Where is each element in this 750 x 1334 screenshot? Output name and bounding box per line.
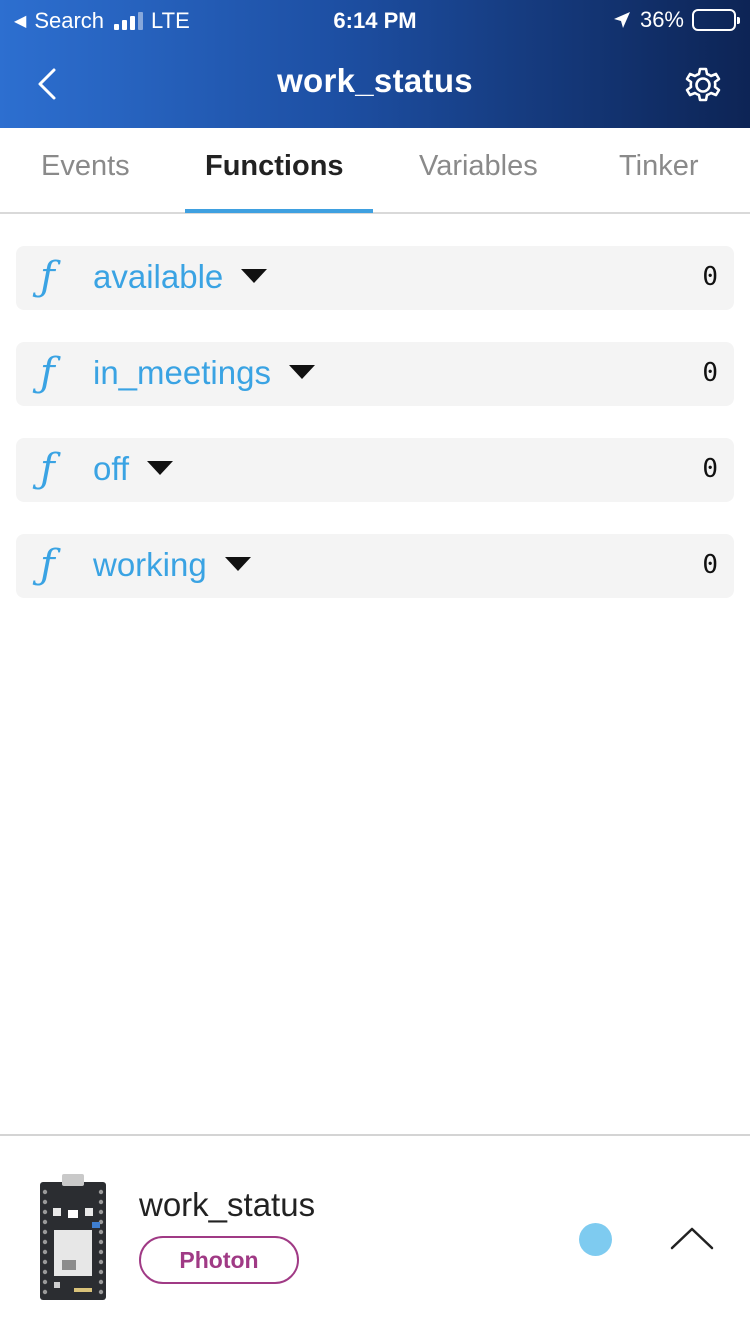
function-icon: ƒ — [40, 542, 55, 588]
tab-events[interactable]: Events — [41, 150, 130, 183]
tab-variables[interactable]: Variables — [419, 150, 538, 183]
device-type-badge: Photon — [139, 1236, 299, 1284]
function-name[interactable]: off — [93, 450, 174, 488]
function-name-label: in_meetings — [93, 354, 271, 391]
function-row-working[interactable]: ƒ working 0 — [16, 534, 734, 598]
dropdown-caret-icon[interactable] — [147, 461, 174, 476]
function-result: 0 — [702, 262, 718, 292]
function-name-label: available — [93, 258, 224, 295]
dropdown-caret-icon[interactable] — [241, 269, 268, 284]
chevron-up-icon[interactable] — [669, 1224, 715, 1252]
device-panel[interactable]: work_status Photon — [0, 1134, 750, 1334]
function-name[interactable]: in_meetings — [93, 354, 315, 392]
function-icon: ƒ — [40, 254, 55, 300]
location-arrow-icon — [613, 12, 630, 28]
page-title: work_status — [277, 62, 473, 99]
tab-functions[interactable]: Functions — [205, 150, 344, 183]
app-header: ◀ Search LTE 6:14 PM 36% work_status — [0, 0, 750, 128]
function-name[interactable]: working — [93, 546, 251, 584]
function-icon: ƒ — [40, 350, 55, 396]
dropdown-caret-icon[interactable] — [224, 557, 251, 572]
battery-percent: 36% — [639, 7, 684, 32]
function-result: 0 — [702, 454, 718, 484]
function-row-off[interactable]: ƒ off 0 — [16, 438, 734, 502]
device-name: work_status — [139, 1186, 316, 1223]
photon-board-image — [40, 1174, 106, 1300]
function-row-in-meetings[interactable]: ƒ in_meetings 0 — [16, 342, 734, 406]
device-status-dot — [579, 1223, 612, 1256]
function-result: 0 — [702, 358, 718, 388]
active-tab-indicator — [185, 209, 373, 213]
function-name[interactable]: available — [93, 258, 268, 296]
function-row-available[interactable]: ƒ available 0 — [16, 246, 734, 310]
status-right: 36% — [612, 7, 740, 33]
function-icon: ƒ — [40, 446, 55, 492]
function-result: 0 — [702, 550, 718, 580]
battery-icon — [692, 9, 740, 31]
gear-icon[interactable] — [680, 62, 726, 108]
dropdown-caret-icon[interactable] — [288, 365, 315, 380]
function-name-label: working — [93, 546, 207, 583]
tab-bar: Events Functions Variables Tinker — [0, 128, 750, 214]
function-name-label: off — [93, 450, 130, 487]
tab-tinker[interactable]: Tinker — [619, 150, 699, 183]
status-bar: ◀ Search LTE 6:14 PM 36% — [0, 0, 750, 42]
